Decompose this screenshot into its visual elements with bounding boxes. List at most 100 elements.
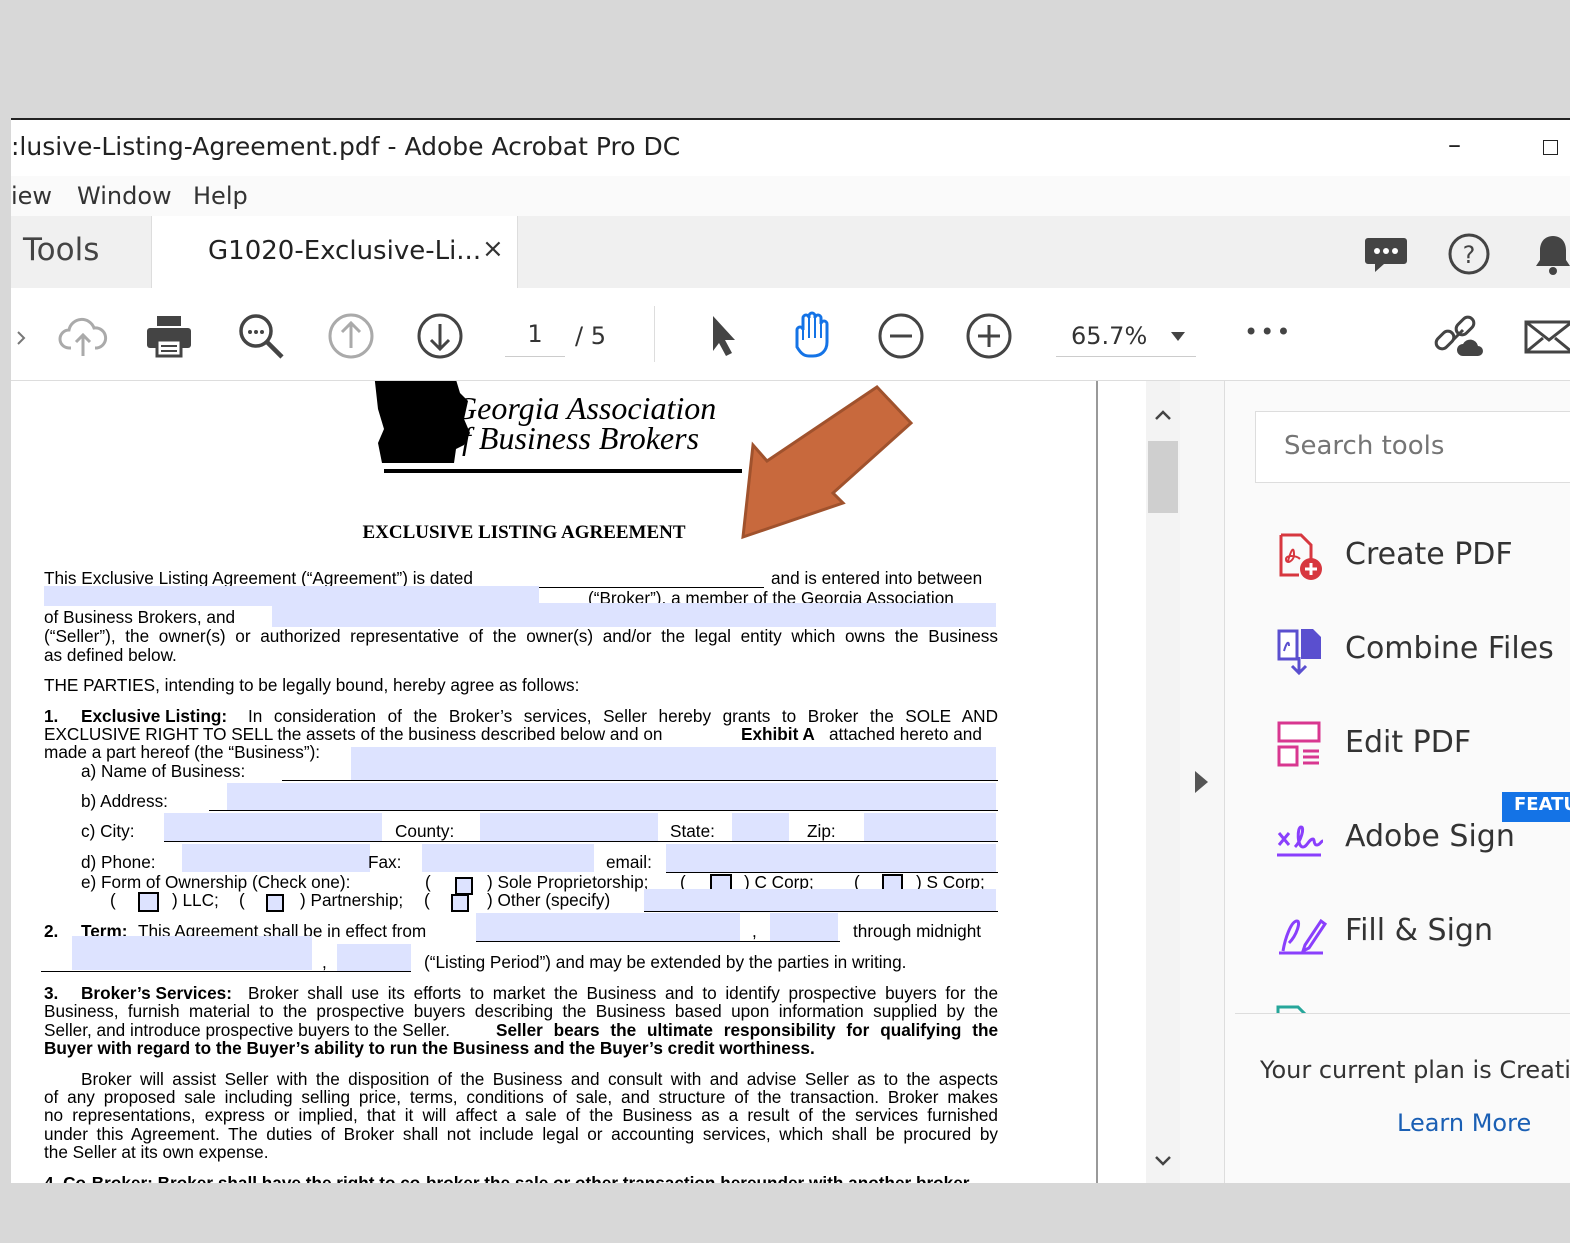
section-3-line-3b: Seller bears the ultimate responsibility… — [496, 1020, 998, 1040]
section-1-heading: Exclusive Listing: — [81, 706, 228, 726]
share-link-icon[interactable] — [1431, 310, 1483, 362]
section-1-line-2a: EXCLUSIVE RIGHT TO SELL the assets of th… — [44, 724, 663, 744]
scroll-down-icon[interactable] — [1153, 1149, 1173, 1173]
learn-more-link[interactable]: Learn More — [1397, 1109, 1531, 1137]
more-tools-icon[interactable]: ••• — [1244, 318, 1292, 346]
chevron-icon[interactable] — [11, 310, 26, 362]
tool-label: Combine Files — [1345, 631, 1554, 666]
tab-document[interactable]: G1020-Exclusive-Li... × — [151, 216, 518, 289]
vertical-scrollbar[interactable] — [1146, 381, 1180, 1183]
section-1-line-2c: attached hereto and — [829, 724, 982, 744]
tool-edit-pdf[interactable]: Edit PDF — [1275, 715, 1570, 775]
llc-checkbox[interactable] — [138, 892, 159, 912]
document-pane[interactable]: Georgia Association of Business Brokers … — [11, 381, 1098, 1183]
term-comma-2: , — [322, 952, 327, 972]
menu-window[interactable]: Window — [77, 182, 172, 210]
state-label: State: — [670, 821, 715, 841]
other-specify-field[interactable] — [644, 889, 996, 911]
tab-tools[interactable]: Tools — [11, 216, 151, 288]
term-end-year-field[interactable] — [337, 944, 411, 971]
other-checkbox[interactable] — [451, 894, 469, 912]
scroll-thumb[interactable] — [1148, 441, 1178, 513]
section-3-line-2: Business, furnish material to the prospe… — [44, 1001, 998, 1021]
select-cursor-icon[interactable] — [697, 310, 749, 362]
minimize-button[interactable]: – — [1448, 130, 1461, 160]
acrobat-window: :lusive-Listing-Agreement.pdf - Adobe Ac… — [11, 118, 1570, 1183]
pane-toggle[interactable] — [1180, 381, 1224, 1183]
page-number-input[interactable]: 1 — [505, 320, 565, 357]
section-1-line-1: In consideration of the Broker’s service… — [248, 706, 998, 726]
phone-field[interactable] — [182, 844, 370, 872]
tool-combine-files[interactable]: Combine Files — [1275, 621, 1570, 681]
intro-line-4: (“Seller”), the owner(s) or authorized r… — [44, 626, 998, 646]
section-1-line-3: made a part hereof (the “Business”): — [44, 742, 321, 762]
intro-line-3: of Business Brokers, and — [44, 607, 236, 627]
comment-icon[interactable] — [1364, 232, 1408, 276]
zip-field[interactable] — [864, 813, 996, 841]
help-icon[interactable]: ? — [1447, 232, 1491, 276]
previous-page-icon[interactable] — [325, 310, 377, 362]
name-of-business-label: a) Name of Business: — [81, 761, 246, 781]
maximize-button[interactable] — [1543, 140, 1558, 155]
scroll-up-icon[interactable] — [1153, 403, 1173, 427]
para-2-line-2: of any proposed sale including selling p… — [44, 1087, 998, 1107]
menu-view[interactable]: iew — [11, 182, 52, 210]
tool-create-pdf[interactable]: Create PDF — [1275, 527, 1570, 587]
email-field[interactable] — [666, 844, 996, 872]
address-field[interactable] — [227, 783, 996, 810]
upload-cloud-icon[interactable] — [57, 310, 109, 362]
search-tools-box[interactable] — [1255, 411, 1570, 483]
para-2-line-5: the Seller at its own expense. — [44, 1142, 269, 1162]
section-3-heading: Broker’s Services: — [81, 983, 232, 1003]
address-label: b) Address: — [81, 791, 168, 811]
document-margin — [1098, 381, 1146, 1183]
hand-tool-icon[interactable] — [785, 310, 837, 362]
search-icon[interactable] — [235, 310, 287, 362]
menu-help[interactable]: Help — [193, 182, 248, 210]
address-underline — [209, 810, 998, 811]
plan-text: Your current plan is Creativ — [1260, 1056, 1570, 1084]
bell-icon[interactable] — [1531, 232, 1570, 276]
term-start-year-field[interactable] — [770, 913, 838, 941]
partnership-checkbox[interactable] — [266, 894, 284, 912]
print-icon[interactable] — [143, 310, 195, 362]
logo-text: Georgia Association of Business Brokers — [446, 392, 716, 454]
create-pdf-icon — [1275, 531, 1327, 583]
section-2-line-2: (“Listing Period”) and may be extended b… — [424, 952, 907, 972]
tool-label: Create PDF — [1345, 537, 1513, 572]
tool-fill-sign[interactable]: Fill & Sign — [1275, 903, 1570, 963]
svg-text:?: ? — [1463, 241, 1476, 269]
city-field[interactable] — [164, 813, 382, 841]
term-end-date-field[interactable] — [72, 936, 312, 970]
email-icon[interactable] — [1523, 310, 1570, 362]
search-tools-input[interactable] — [1282, 430, 1566, 462]
tool-label: Edit PDF — [1345, 725, 1472, 760]
close-tab-icon[interactable]: × — [482, 234, 504, 264]
tool-label: Fill & Sign — [1345, 913, 1493, 948]
next-page-icon[interactable] — [414, 310, 466, 362]
state-field[interactable] — [732, 813, 789, 841]
logo-underline — [384, 469, 742, 473]
city-label: c) City: — [81, 821, 135, 841]
term-start-date-field[interactable] — [476, 913, 740, 941]
tools-divider — [1235, 1013, 1570, 1014]
paren-sole: ( — [425, 872, 431, 892]
toolbar: 1 / 5 65.7% ••• — [11, 288, 1570, 381]
expand-pane-icon[interactable] — [1195, 771, 1208, 793]
zoom-out-icon[interactable] — [875, 310, 927, 362]
county-field[interactable] — [480, 813, 658, 841]
term-start-underline — [476, 941, 840, 942]
intro-line-1: This Exclusive Listing Agreement (“Agree… — [44, 568, 473, 588]
seller-name-field[interactable] — [272, 603, 996, 627]
section-2-line-1b: through midnight — [853, 921, 982, 941]
intro-line-5: as defined below. — [44, 645, 177, 665]
business-name-field[interactable] — [351, 747, 996, 780]
tool-adobe-sign[interactable]: Adobe Sign — [1275, 809, 1570, 869]
zoom-in-icon[interactable] — [963, 310, 1015, 362]
chevron-down-icon[interactable] — [1171, 332, 1185, 341]
tool-label: Adobe Sign — [1345, 819, 1515, 854]
partnership-label: ) Partnership; — [300, 890, 404, 910]
sole-proprietorship-checkbox[interactable] — [455, 877, 473, 895]
toolbar-divider — [654, 306, 655, 362]
fax-field[interactable] — [422, 844, 594, 872]
